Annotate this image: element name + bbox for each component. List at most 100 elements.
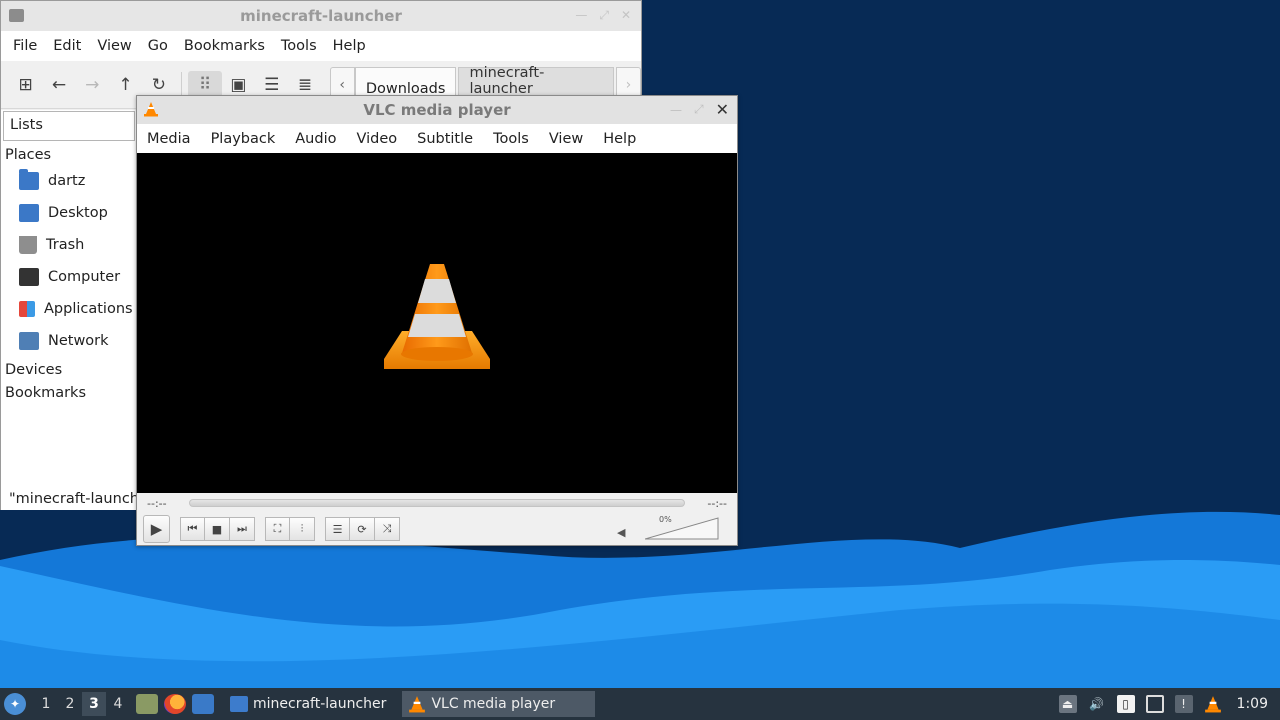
- loop-icon: ⟳: [357, 522, 367, 536]
- sidebar-item-label: Network: [48, 333, 109, 349]
- sidebar-header-devices[interactable]: Devices: [1, 357, 137, 380]
- taskbar: ✦ 1 2 3 4 minecraft-launcher VLC media p…: [0, 688, 1280, 720]
- file-manager-titlebar[interactable]: minecraft-launcher — ⤢ ✕: [1, 1, 641, 31]
- new-tab-icon[interactable]: ⊞: [9, 71, 42, 99]
- workspace-3[interactable]: 3: [82, 692, 106, 716]
- seek-row: --:-- --:--: [137, 493, 737, 513]
- vlc-window: VLC media player — ⤢ ✕ Media Playback Au…: [136, 95, 738, 546]
- task-minecraft-launcher[interactable]: minecraft-launcher: [224, 691, 392, 717]
- shuffle-icon: ⤨: [382, 522, 392, 535]
- minimize-icon[interactable]: —: [670, 103, 682, 117]
- eject-icon[interactable]: ⏏: [1058, 695, 1077, 713]
- menu-edit[interactable]: Edit: [45, 38, 89, 54]
- volume-control[interactable]: ◀ 0%: [617, 515, 719, 541]
- video-area[interactable]: [137, 153, 737, 493]
- sidebar-mode-select[interactable]: Lists: [3, 111, 135, 141]
- fullscreen-button[interactable]: ⛶: [265, 517, 290, 541]
- show-desktop-icon[interactable]: [192, 694, 214, 714]
- home-folder-icon: [19, 169, 39, 190]
- sidebar-item-label: Desktop: [48, 205, 108, 221]
- speaker-icon: ◀: [617, 526, 626, 539]
- vlc-menubar: Media Playback Audio Video Subtitle Tool…: [137, 124, 737, 153]
- start-menu-button[interactable]: ✦: [4, 693, 26, 715]
- menu-go[interactable]: Go: [140, 38, 176, 54]
- fullscreen-icon: ⛶: [273, 522, 282, 535]
- notification-icon[interactable]: !: [1174, 695, 1193, 713]
- time-total: --:--: [707, 496, 727, 510]
- sidebar-item-label: dartz: [48, 173, 86, 189]
- sidebar-item-trash[interactable]: Trash: [1, 229, 137, 261]
- applications-icon: [19, 301, 35, 317]
- menu-bookmarks[interactable]: Bookmarks: [176, 38, 273, 54]
- task-label: minecraft-launcher: [253, 696, 387, 712]
- play-icon: ▶: [150, 520, 163, 538]
- menu-video[interactable]: Video: [346, 131, 407, 147]
- sidebar-header-bookmarks[interactable]: Bookmarks: [1, 380, 137, 403]
- loop-button[interactable]: ⟳: [350, 517, 375, 541]
- playlist-icon: ☰: [332, 522, 343, 536]
- sidebar-item-label: Computer: [48, 269, 121, 285]
- menu-media[interactable]: Media: [137, 131, 201, 147]
- menu-view[interactable]: View: [539, 131, 593, 147]
- distro-logo-icon: ✦: [9, 697, 21, 711]
- sidebar-item-label: Trash: [46, 237, 85, 253]
- volume-slider[interactable]: [645, 516, 719, 540]
- file-manager-launcher-icon[interactable]: [136, 694, 158, 714]
- extended-settings-button[interactable]: ⫶: [290, 517, 315, 541]
- seek-slider[interactable]: [188, 499, 686, 507]
- trash-icon: [19, 236, 37, 254]
- menu-help[interactable]: Help: [593, 131, 646, 147]
- network-status-icon[interactable]: [1145, 695, 1164, 713]
- firefox-launcher-icon[interactable]: [164, 694, 186, 714]
- vlc-cone-logo-icon: [384, 264, 490, 369]
- sidebar-item-applications[interactable]: Applications: [1, 293, 137, 325]
- previous-button[interactable]: ⏮: [180, 517, 205, 541]
- menu-audio[interactable]: Audio: [285, 131, 346, 147]
- sidebar-item-dartz[interactable]: dartz: [1, 165, 137, 197]
- desktop-icon: [19, 204, 39, 222]
- folder-icon: [230, 696, 248, 712]
- menu-view[interactable]: View: [89, 38, 139, 54]
- sidebar-item-computer[interactable]: Computer: [1, 261, 137, 293]
- vlc-cone-icon: [409, 696, 426, 713]
- minimize-icon[interactable]: —: [575, 8, 587, 23]
- stop-icon: ■: [211, 522, 223, 536]
- menu-playback[interactable]: Playback: [201, 131, 286, 147]
- shuffle-button[interactable]: ⤨: [375, 517, 400, 541]
- skip-forward-icon: ⏭: [237, 522, 247, 535]
- stop-button[interactable]: ■: [205, 517, 230, 541]
- back-arrow-icon[interactable]: ←: [42, 71, 75, 99]
- system-tray: ⏏ 🔊 ▯ ! 1:09: [1058, 688, 1280, 720]
- volume-icon[interactable]: 🔊: [1088, 695, 1106, 713]
- playback-controls: ▶ ⏮ ■ ⏭ ⛶ ⫶ ☰ ⟳ ⤨ ◀ 0%: [137, 513, 737, 545]
- time-elapsed: --:--: [147, 496, 167, 510]
- sidebar-header-places[interactable]: Places: [1, 142, 137, 165]
- close-icon[interactable]: ✕: [621, 8, 631, 23]
- vlc-tray-icon[interactable]: [1204, 695, 1222, 713]
- play-button[interactable]: ▶: [143, 515, 170, 543]
- menu-tools[interactable]: Tools: [273, 38, 325, 54]
- sidebar-item-desktop[interactable]: Desktop: [1, 197, 137, 229]
- close-icon[interactable]: ✕: [716, 100, 729, 119]
- maximize-icon[interactable]: ⤢: [599, 8, 609, 23]
- sidebar-item-network[interactable]: Network: [1, 325, 137, 357]
- workspace-4[interactable]: 4: [106, 696, 130, 712]
- clipboard-icon[interactable]: ▯: [1116, 695, 1135, 713]
- playlist-button[interactable]: ☰: [325, 517, 350, 541]
- menu-help[interactable]: Help: [325, 38, 374, 54]
- menu-file[interactable]: File: [5, 38, 45, 54]
- vlc-title: VLC media player: [363, 101, 511, 119]
- workspace-1[interactable]: 1: [34, 696, 58, 712]
- file-manager-menubar: File Edit View Go Bookmarks Tools Help: [1, 31, 641, 61]
- menu-tools[interactable]: Tools: [483, 131, 539, 147]
- task-vlc-media-player[interactable]: VLC media player: [402, 691, 596, 717]
- next-button[interactable]: ⏭: [230, 517, 255, 541]
- clock[interactable]: 1:09: [1237, 696, 1268, 712]
- workspace-2[interactable]: 2: [58, 696, 82, 712]
- vlc-titlebar[interactable]: VLC media player — ⤢ ✕: [137, 96, 737, 124]
- skip-back-icon: ⏮: [187, 522, 198, 535]
- forward-arrow-icon[interactable]: →: [76, 71, 109, 99]
- menu-subtitle[interactable]: Subtitle: [407, 131, 483, 147]
- maximize-icon[interactable]: ⤢: [694, 102, 704, 117]
- file-manager-sidebar: Lists Places dartz Desktop Trash Compute…: [1, 110, 137, 510]
